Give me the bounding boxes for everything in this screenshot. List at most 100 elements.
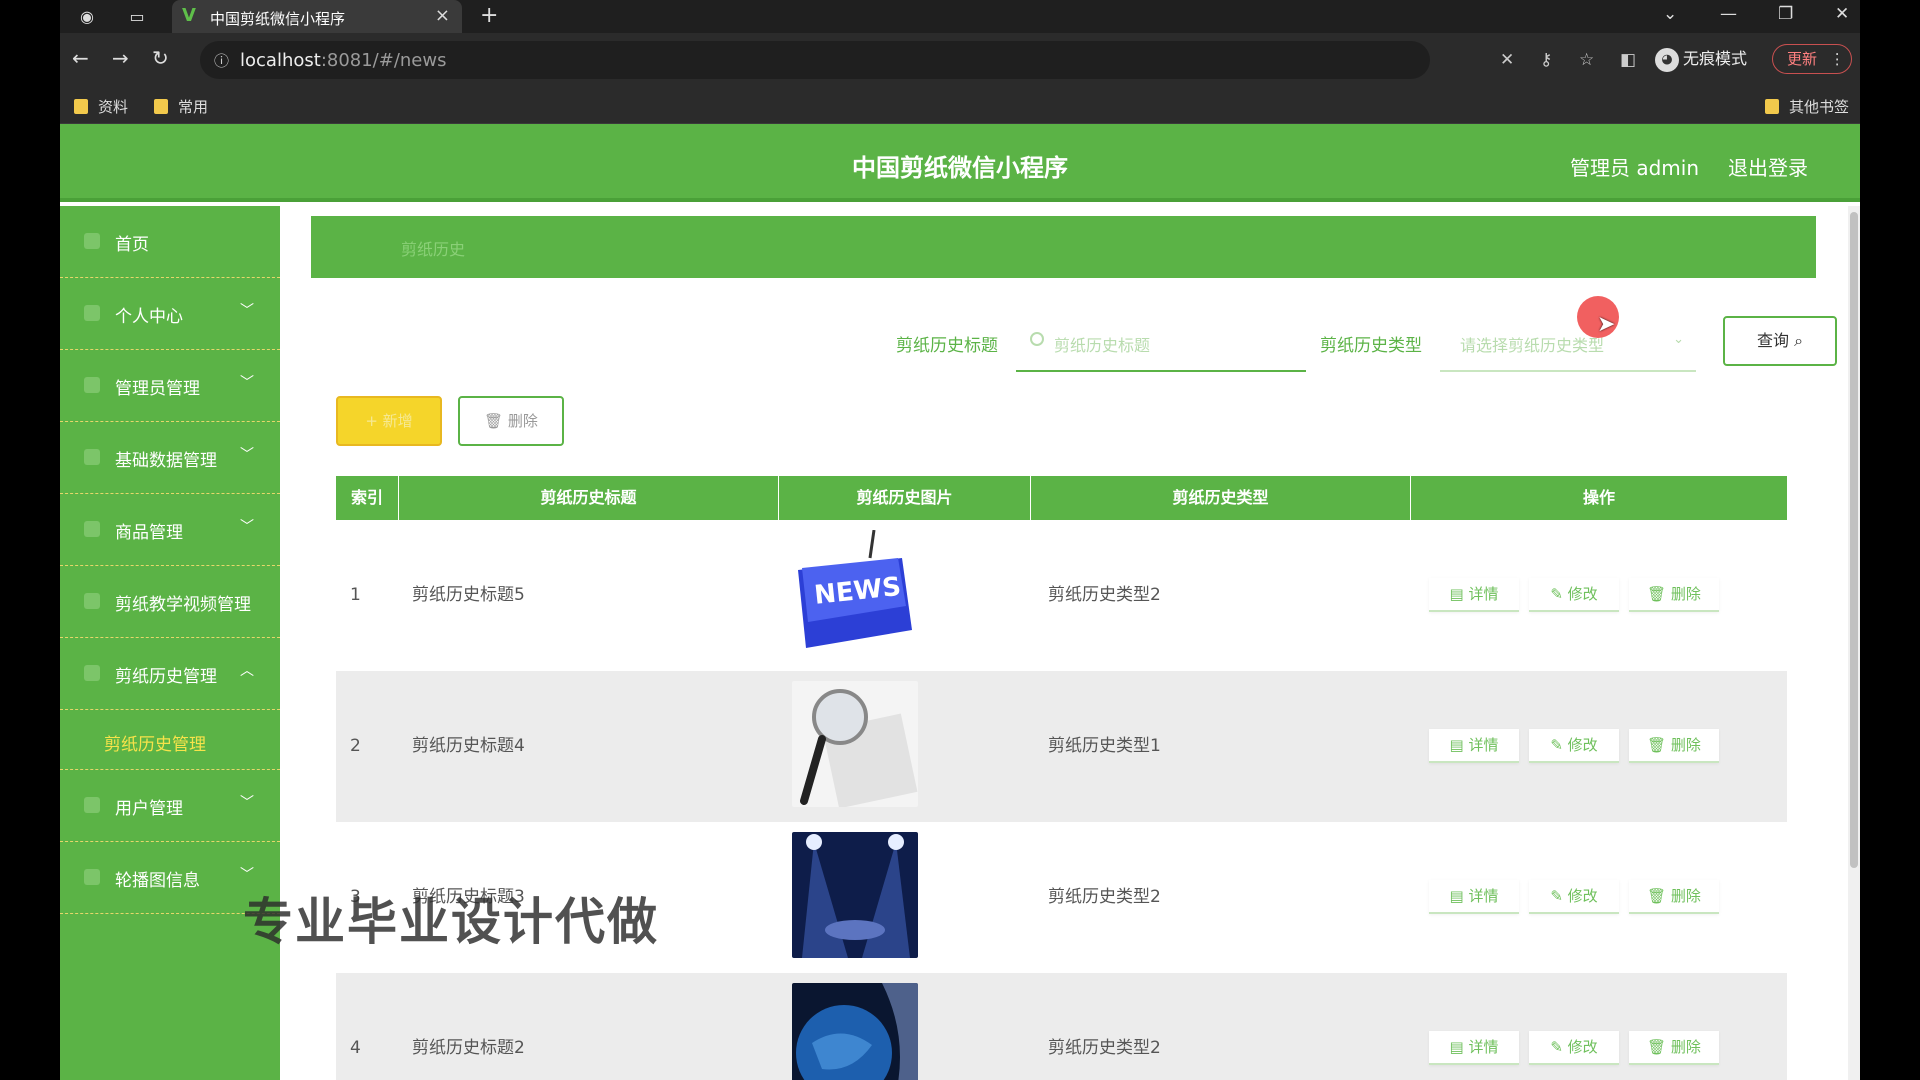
sidebar-item-goods[interactable]: 商品管理 ﹀ bbox=[60, 494, 280, 566]
restore-icon[interactable]: ❐ bbox=[1778, 4, 1793, 24]
other-bookmarks[interactable]: 其他书签 bbox=[1765, 96, 1849, 117]
blocked-icon[interactable]: ✕ bbox=[1500, 50, 1514, 70]
star-icon[interactable]: ☆ bbox=[1579, 50, 1594, 70]
sidepanel-icon[interactable]: ◧ bbox=[1620, 50, 1636, 70]
row-image-stage-spotlights[interactable] bbox=[792, 832, 918, 958]
chevron-down-icon: ﹀ bbox=[240, 519, 254, 535]
logout-link[interactable]: 退出登录 bbox=[1728, 152, 1808, 181]
close-tab-icon[interactable]: × bbox=[435, 5, 450, 26]
folder-icon bbox=[74, 99, 88, 114]
sidebar-item-basic-data[interactable]: 基础数据管理 ﹀ bbox=[60, 422, 280, 494]
col-index: 索引 bbox=[336, 476, 399, 520]
col-type: 剪纸历史类型 bbox=[1031, 476, 1411, 520]
video-icon bbox=[84, 593, 100, 609]
new-tab-icon[interactable]: + bbox=[480, 3, 498, 28]
table-row: 4 剪纸历史标题2 剪纸历史类型2 ▤ 详情 ✎ 修改 🗑 删除 bbox=[336, 973, 1787, 1080]
title-search-input[interactable]: 剪纸历史标题 bbox=[1016, 314, 1306, 372]
row-image-news-keyboard[interactable]: NEWS bbox=[792, 530, 918, 656]
row-title: 剪纸历史标题2 bbox=[412, 1038, 525, 1058]
chevron-down-icon: ﹀ bbox=[240, 447, 254, 463]
delete-button[interactable]: 🗑 删除 bbox=[1629, 880, 1719, 914]
sidebar-item-history[interactable]: 剪纸历史管理 ︿ bbox=[60, 638, 280, 710]
trash-icon: 🗑 bbox=[1647, 736, 1667, 754]
data-icon bbox=[84, 449, 100, 465]
delete-button[interactable]: 🗑 删除 bbox=[1629, 578, 1719, 612]
add-button[interactable]: + 新增 bbox=[336, 396, 442, 446]
minimize-icon[interactable]: — bbox=[1720, 4, 1737, 24]
batch-delete-button[interactable]: 🗑 删除 bbox=[458, 396, 564, 446]
close-window-icon[interactable]: ✕ bbox=[1835, 4, 1849, 24]
profile-icon[interactable]: ◉ bbox=[76, 6, 98, 28]
bookmark-ziliao[interactable]: 资料 bbox=[74, 96, 128, 117]
chevron-down-icon: ﹀ bbox=[240, 867, 254, 883]
delete-button[interactable]: 🗑 删除 bbox=[1629, 729, 1719, 763]
site-info-icon[interactable]: ⓘ bbox=[214, 50, 229, 71]
back-icon[interactable]: ← bbox=[72, 47, 89, 69]
doc-icon: ▤ bbox=[1449, 887, 1464, 905]
row-image-news-magnifier[interactable] bbox=[792, 681, 918, 807]
chevron-down-icon: ﹀ bbox=[240, 303, 254, 319]
favicon-icon: V bbox=[182, 5, 196, 26]
search-icon: ⌕ bbox=[1794, 331, 1804, 350]
forward-icon[interactable]: → bbox=[112, 47, 129, 69]
trash-icon: 🗑 bbox=[1647, 887, 1667, 905]
scrollbar-thumb[interactable] bbox=[1850, 212, 1858, 868]
carousel-icon bbox=[84, 869, 100, 885]
url-path: :8081/#/news bbox=[320, 50, 447, 71]
edit-button[interactable]: ✎ 修改 bbox=[1529, 578, 1619, 612]
trash-icon: 🗑 bbox=[484, 412, 504, 430]
admin-icon bbox=[84, 377, 100, 393]
sidebar-item-users[interactable]: 用户管理 ﹀ bbox=[60, 770, 280, 842]
sidebar-item-videos[interactable]: 剪纸教学视频管理 bbox=[60, 566, 280, 638]
detail-button[interactable]: ▤ 详情 bbox=[1429, 729, 1519, 763]
folder-icon bbox=[154, 99, 168, 114]
detail-button[interactable]: ▤ 详情 bbox=[1429, 1031, 1519, 1065]
sidebar-subitem-history[interactable]: 剪纸历史管理 bbox=[60, 710, 280, 770]
search-icon bbox=[1030, 332, 1044, 346]
tab-search-icon[interactable]: ⌄ bbox=[1663, 4, 1677, 24]
sidebar-item-home[interactable]: 首页 bbox=[60, 206, 280, 278]
query-button[interactable]: 查询 ⌕ bbox=[1723, 316, 1837, 366]
table-row: 2 剪纸历史标题4 剪纸历史类型1 ▤ 详情 ✎ 修改 🗑 删除 bbox=[336, 671, 1787, 822]
breadcrumb-text: 剪纸历史 bbox=[401, 240, 466, 259]
incognito-indicator[interactable]: ◕ 无痕模式 bbox=[1655, 45, 1747, 72]
edit-button[interactable]: ✎ 修改 bbox=[1529, 880, 1619, 914]
breadcrumb: 剪纸历史 bbox=[311, 216, 1816, 278]
type-search-label: 剪纸历史类型 bbox=[1320, 336, 1422, 356]
chevron-down-icon: ⌄ bbox=[1673, 332, 1684, 347]
users-icon bbox=[84, 797, 100, 813]
page-scrollbar[interactable] bbox=[1848, 206, 1860, 1080]
sidebar-item-profile[interactable]: 个人中心 ﹀ bbox=[60, 278, 280, 350]
table-header: 索引 剪纸历史标题 剪纸历史图片 剪纸历史类型 操作 bbox=[336, 476, 1787, 520]
key-icon[interactable]: ⚷ bbox=[1540, 50, 1552, 70]
delete-button[interactable]: 🗑 删除 bbox=[1629, 1031, 1719, 1065]
tab-bar: ◉ ▭ V 中国剪纸微信小程序 × + ⌄ — ❐ ✕ bbox=[60, 0, 1860, 33]
folder-icon bbox=[1765, 99, 1779, 114]
row-title: 剪纸历史标题4 bbox=[412, 736, 525, 756]
edit-button[interactable]: ✎ 修改 bbox=[1529, 1031, 1619, 1065]
mouse-cursor-icon: ➤ bbox=[1597, 312, 1616, 337]
row-type: 剪纸历史类型2 bbox=[1048, 585, 1161, 605]
trash-icon: 🗑 bbox=[1647, 585, 1667, 603]
current-user: 管理员 admin bbox=[1570, 156, 1700, 180]
update-label: 更新 bbox=[1787, 50, 1818, 68]
chevron-down-icon: ﹀ bbox=[240, 795, 254, 811]
url-field[interactable]: ⓘ localhost:8081/#/news bbox=[200, 41, 1430, 79]
sidebar-item-admins[interactable]: 管理员管理 ﹀ bbox=[60, 350, 280, 422]
type-select[interactable]: 请选择剪纸历史类型 ⌄ bbox=[1440, 314, 1696, 372]
reload-icon[interactable]: ↻ bbox=[152, 47, 169, 69]
pencil-icon: ✎ bbox=[1550, 1038, 1563, 1056]
tab-title: 中国剪纸微信小程序 bbox=[210, 10, 346, 28]
edit-button[interactable]: ✎ 修改 bbox=[1529, 729, 1619, 763]
detail-button[interactable]: ▤ 详情 bbox=[1429, 880, 1519, 914]
row-index: 1 bbox=[350, 585, 361, 605]
tab-strip-icon[interactable]: ▭ bbox=[126, 6, 148, 28]
row-image-globe[interactable] bbox=[792, 983, 918, 1080]
address-toolbar: ← → ↻ ⓘ localhost:8081/#/news ✕ ⚷ ☆ ◧ ◕ 无… bbox=[60, 33, 1860, 87]
chevron-up-icon: ︿ bbox=[240, 663, 254, 679]
detail-button[interactable]: ▤ 详情 bbox=[1429, 578, 1519, 612]
update-button[interactable]: 更新 ⋮ bbox=[1772, 44, 1852, 74]
browser-tab[interactable]: V 中国剪纸微信小程序 × bbox=[172, 0, 462, 33]
bookmark-changyong[interactable]: 常用 bbox=[154, 96, 208, 117]
pencil-icon: ✎ bbox=[1550, 585, 1563, 603]
